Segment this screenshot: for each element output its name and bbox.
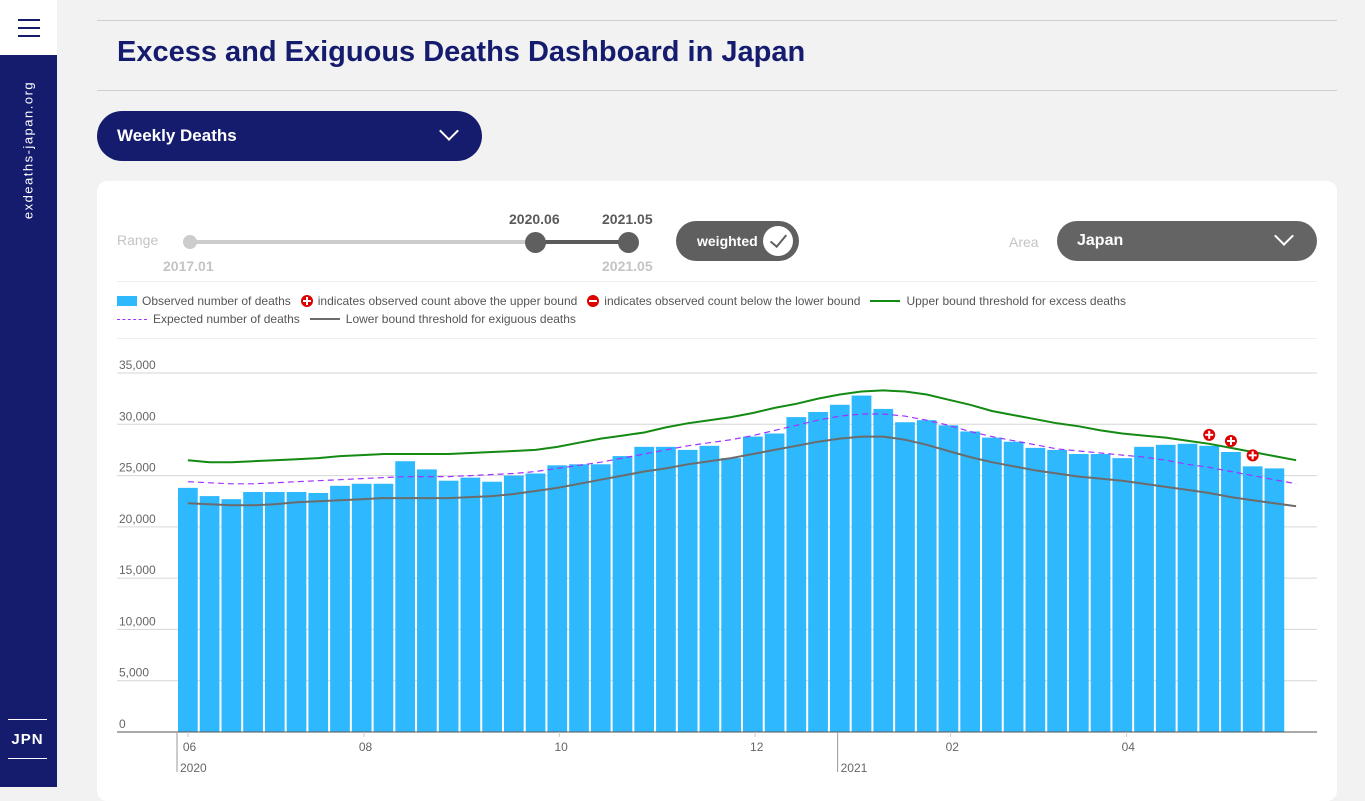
bar	[1112, 458, 1133, 732]
y-tick-label: 10,000	[119, 614, 156, 628]
bar	[960, 431, 981, 732]
y-tick-label: 25,000	[119, 461, 156, 475]
bar	[1025, 447, 1046, 732]
bar	[569, 464, 589, 732]
bar	[938, 425, 959, 732]
divider	[97, 20, 1337, 21]
x-tick-label: 02	[946, 740, 960, 754]
bar	[199, 496, 220, 732]
weekly-deaths-chart: 0 5,000 10,000 15,000 20,000 25,000 30,000 35,0…	[117, 358, 1317, 775]
bar	[286, 491, 307, 732]
bar	[395, 461, 416, 732]
bar	[895, 422, 915, 732]
chevron-down-icon	[439, 121, 459, 141]
bar	[656, 446, 676, 732]
site-label[interactable]: exdeaths-japan.org	[21, 81, 36, 219]
bar	[612, 456, 633, 732]
chart-card: Range 2017.01 2020.06 2021.05 2021.05 we…	[97, 181, 1337, 801]
year-tick-label: 2020	[180, 761, 207, 775]
x-tick-label: 10	[554, 740, 568, 754]
bar	[590, 464, 611, 732]
bar	[1134, 446, 1154, 732]
bar	[525, 473, 546, 732]
divider	[97, 90, 1337, 91]
year-tick-label: 2021	[841, 761, 868, 775]
plus-icon	[1251, 451, 1254, 460]
bar	[1177, 443, 1198, 732]
bar	[1221, 451, 1241, 732]
bar	[1047, 449, 1067, 732]
bar	[308, 493, 329, 732]
bar	[634, 446, 655, 732]
bar	[417, 469, 437, 732]
bar	[699, 445, 720, 732]
y-tick-label: 5,000	[119, 666, 149, 680]
x-tick-label: 08	[359, 740, 373, 754]
bar	[677, 449, 698, 732]
y-tick-label: 30,000	[119, 409, 156, 423]
bar	[330, 485, 350, 732]
metric-select-value: Weekly Deaths	[117, 126, 237, 145]
bar	[916, 420, 937, 732]
hamburger-icon	[17, 18, 40, 37]
bar	[373, 483, 394, 732]
bar	[1264, 468, 1285, 732]
metric-select[interactable]: Weekly Deaths	[97, 111, 482, 161]
bar	[1199, 445, 1220, 732]
bar	[743, 436, 763, 732]
bar	[351, 483, 372, 732]
menu-button[interactable]	[0, 0, 57, 55]
y-tick-label: 15,000	[119, 563, 156, 577]
y-tick-label: 35,000	[119, 358, 156, 372]
bar	[1090, 454, 1111, 732]
sidebar: exdeaths-japan.org JPN	[0, 0, 57, 787]
x-tick-label: 04	[1122, 740, 1136, 754]
x-tick-label: 12	[750, 740, 764, 754]
bar	[786, 417, 807, 732]
y-tick-label: 20,000	[119, 512, 156, 526]
plus-icon	[1229, 436, 1232, 445]
bar	[243, 491, 263, 732]
bar	[851, 395, 872, 732]
bar	[547, 465, 568, 732]
bar	[829, 404, 850, 732]
bar	[264, 491, 285, 732]
bar	[873, 408, 894, 732]
plus-icon	[1208, 430, 1211, 439]
x-tick-label: 06	[183, 740, 197, 754]
bar	[1068, 454, 1089, 732]
bar	[1003, 441, 1024, 732]
y-tick-label: 0	[119, 717, 126, 731]
bar	[1242, 466, 1263, 732]
bar	[982, 437, 1002, 732]
bar	[808, 411, 828, 732]
bar	[721, 458, 741, 732]
bar	[438, 480, 459, 732]
page-title: Excess and Exiguous Deaths Dashboard in …	[117, 36, 806, 68]
bar	[221, 499, 242, 732]
bar	[178, 487, 198, 732]
bar	[482, 481, 502, 732]
bar	[764, 433, 785, 732]
bar	[503, 475, 524, 732]
language-toggle[interactable]: JPN	[8, 719, 47, 759]
bar	[460, 477, 481, 732]
upper-bound-line	[187, 389, 1297, 464]
